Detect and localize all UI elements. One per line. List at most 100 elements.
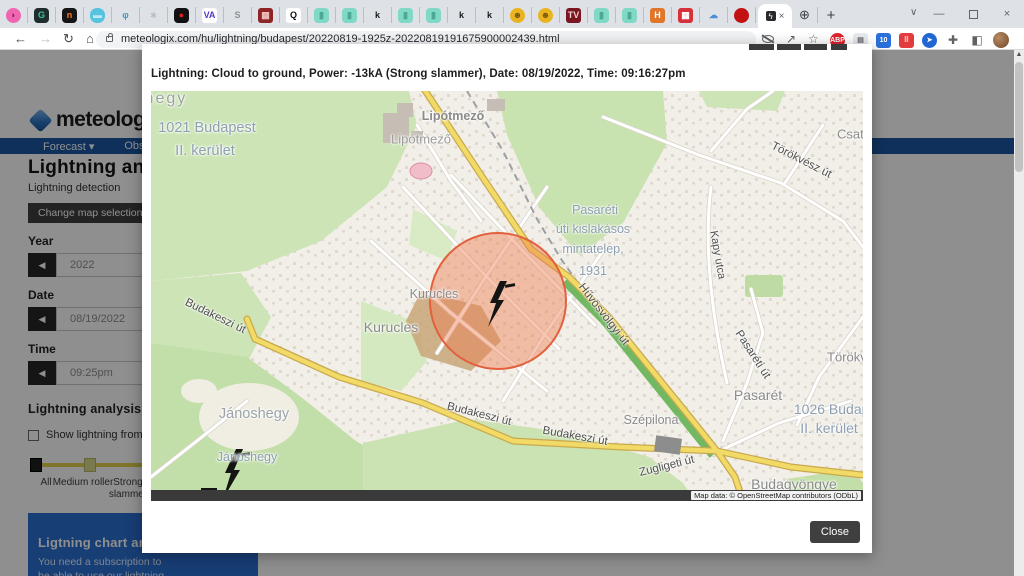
pinned-tab[interactable]: k [364, 7, 392, 23]
pinned-tab-favicon-icon: k [454, 8, 469, 23]
maximize-icon [969, 10, 978, 19]
pinned-tab[interactable]: ☁ [700, 7, 728, 23]
back-button[interactable]: ← [14, 31, 27, 47]
close-window-button[interactable]: × [990, 0, 1024, 28]
home-button[interactable]: ⌂ [86, 31, 94, 47]
pinned-tab-favicon-icon [734, 8, 749, 23]
pinned-tab[interactable]: G [28, 7, 56, 23]
pinned-tab[interactable]: ● [168, 7, 196, 23]
pinned-tab[interactable]: k [448, 7, 476, 23]
forward-button[interactable]: → [39, 31, 52, 47]
map-place-label: Törökvész [827, 351, 863, 364]
pinned-tab[interactable]: ∗ [140, 7, 168, 23]
pinned-tab-favicon-icon: S [230, 8, 245, 23]
pinned-tab-favicon-icon: ☁ [706, 8, 721, 23]
pinned-tab-favicon-icon: ▦ [678, 8, 693, 23]
pinned-tab[interactable]: ☻ [504, 7, 532, 23]
pinned-tab-favicon-icon: ☻ [538, 8, 553, 23]
map-place-label: Jánoshegy [217, 451, 277, 464]
map-place-label: Pasarét [734, 388, 782, 402]
pinned-tab-favicon-icon: k [370, 8, 385, 23]
pinned-tab[interactable]: VA [196, 7, 224, 23]
map-place-label: Lipótmező [422, 110, 485, 123]
modal-top-button[interactable] [804, 44, 827, 50]
extension-glyph: ⠿ [904, 36, 909, 44]
pinned-tab[interactable]: ▦ [252, 7, 280, 23]
pinned-tab[interactable]: k [476, 7, 504, 23]
scrollbar-up-arrow[interactable]: ▲ [1014, 51, 1024, 58]
profile-avatar[interactable] [993, 32, 1009, 48]
map-place-label: Szépilona [624, 414, 679, 427]
strike-map[interactable]: Hárshegy 1021 Budapest II. kerület Lipót… [151, 91, 863, 501]
maximize-button[interactable] [956, 0, 990, 28]
pinned-tab[interactable]: φ [112, 7, 140, 23]
extension-icon[interactable]: ➤ [922, 33, 937, 48]
map-place-label: úti kislakásos [556, 223, 630, 236]
reload-button[interactable]: ↻ [63, 31, 74, 47]
extension-icon[interactable]: 10 [876, 33, 891, 48]
pinned-tab-favicon-icon: ▮ [622, 8, 637, 23]
active-tab-favicon-icon: ϟ [766, 11, 776, 21]
lightning-detail-modal: Lightning: Cloud to ground, Power: -13kA… [142, 44, 872, 553]
pinned-tab-favicon-icon: ▮ [426, 8, 441, 23]
pinned-tab-favicon-icon: ◗ [6, 8, 21, 23]
pinned-tab[interactable]: ▮ [588, 7, 616, 23]
pinned-tab-favicon-icon: ∗ [146, 8, 161, 23]
new-tab-button[interactable]: + [818, 3, 844, 27]
pinned-tab-globe[interactable]: ⊕ [792, 7, 818, 23]
map-canvas[interactable] [151, 91, 863, 501]
pinned-tab-favicon-icon: ▦ [258, 8, 273, 23]
map-place-label: II. kerület [800, 421, 858, 435]
map-place-label: Budagyöngye [751, 477, 837, 491]
pinned-tab[interactable]: TV [560, 7, 588, 23]
map-attribution[interactable]: Map data: © OpenStreetMap contributors (… [691, 491, 861, 500]
pinned-tab-favicon-icon: Q [286, 8, 301, 23]
pinned-tab[interactable]: ▮ [420, 7, 448, 23]
minimize-button[interactable]: — [922, 0, 956, 28]
pinned-tab[interactable]: ▮ [616, 7, 644, 23]
pinned-tab[interactable]: S [224, 7, 252, 23]
lock-icon[interactable] [106, 36, 113, 42]
map-sports-field [410, 163, 432, 179]
map-place-label: 1021 Budapest [158, 121, 256, 136]
pinned-tab-favicon-icon: ▮ [594, 8, 609, 23]
extension-glyph: ▤ [857, 36, 864, 44]
pinned-tab[interactable]: ◗ [0, 7, 28, 23]
modal-top-button[interactable] [831, 44, 847, 50]
pinned-tab[interactable]: H [644, 7, 672, 23]
pinned-tab[interactable]: n [56, 7, 84, 23]
pinned-tab[interactable]: Q [280, 7, 308, 23]
extension-icon[interactable]: ⠿ [899, 33, 914, 48]
pinned-tab[interactable]: ▮ [308, 7, 336, 23]
active-tab[interactable]: ϟ × [758, 4, 792, 28]
eye-off-icon[interactable] [762, 35, 774, 43]
extension-glyph: ➤ [927, 36, 933, 44]
browser-menu-icon[interactable]: ⋮ [1017, 33, 1024, 48]
extensions-puzzle-icon[interactable]: ✚ [945, 33, 961, 48]
pinned-tab[interactable]: ▬ [84, 7, 112, 23]
pinned-tab[interactable]: ▮ [336, 7, 364, 23]
tab-strip: ◗ G n ▬ φ ∗ ● VA S ▦ [0, 0, 1024, 28]
pinned-tab[interactable]: ▦ [672, 7, 700, 23]
pinned-tab[interactable]: ▮ [392, 7, 420, 23]
pinned-tab-favicon-icon: ▮ [398, 8, 413, 23]
modal-close-button[interactable]: Close [810, 521, 860, 543]
extension-glyph: ABP [830, 37, 845, 44]
tab-close-icon[interactable]: × [779, 11, 785, 22]
pinned-tab-favicon-icon: G [34, 8, 49, 23]
pinned-tab-favicon-icon: φ [118, 8, 133, 23]
pinned-tab[interactable]: ☻ [532, 7, 560, 23]
pinned-tab[interactable] [728, 7, 756, 23]
tab-search-chevron-icon[interactable]: ∨ [910, 7, 917, 18]
scrollbar-thumb[interactable] [1015, 62, 1023, 172]
pinned-tab-favicon-icon: n [62, 8, 77, 23]
strike-detail-header: Lightning: Cloud to ground, Power: -13kA… [151, 68, 686, 80]
modal-top-button[interactable] [777, 44, 801, 50]
map-place-label: Lipótmező [391, 133, 451, 146]
side-panel-icon[interactable]: ◧ [969, 33, 985, 48]
extension-glyph: 10 [880, 37, 888, 44]
map-place-label: Pasaréti [572, 204, 618, 217]
page-scrollbar[interactable]: ▲ [1014, 50, 1024, 576]
modal-top-button[interactable] [749, 44, 774, 50]
pinned-tab-favicon-icon: ▮ [314, 8, 329, 23]
